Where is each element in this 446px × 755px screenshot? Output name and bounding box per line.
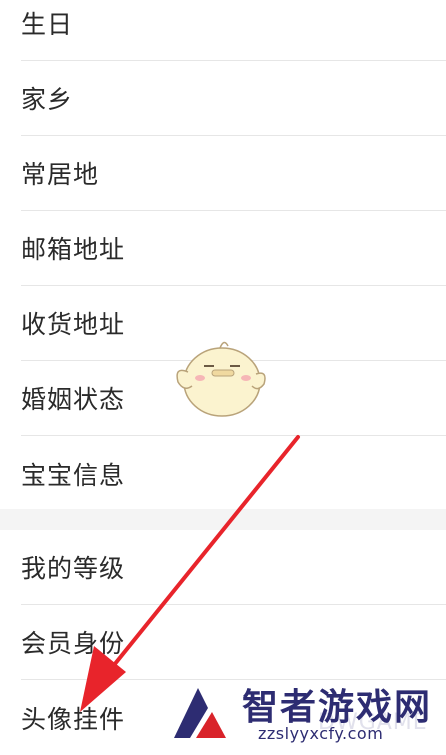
site-logo-icon <box>174 688 226 738</box>
settings-row-label: 生日 <box>21 10 74 39</box>
profile-settings-group-1: 生日 家乡 常居地 邮箱地址 收货地址 婚姻状态 宝宝信息 <box>0 0 446 511</box>
settings-row-residence[interactable]: 常居地 <box>21 136 446 211</box>
chick-mascot-icon <box>176 341 266 417</box>
settings-row-label: 会员身份 <box>21 629 126 658</box>
settings-row-label: 收货地址 <box>21 310 126 339</box>
watermark-url: zzslyyxcfy.com <box>258 724 384 743</box>
settings-row-label: 家乡 <box>21 85 74 114</box>
settings-row-my-level[interactable]: 我的等级 <box>21 530 446 605</box>
watermark: DWGAME 智者游戏网 zzslyyxcfy.com <box>168 678 446 748</box>
settings-row-baby-info[interactable]: 宝宝信息 <box>21 436 446 511</box>
settings-row-birthday[interactable]: 生日 <box>21 0 446 61</box>
section-divider <box>0 509 446 530</box>
settings-row-label: 邮箱地址 <box>21 235 126 264</box>
watermark-title: 智者游戏网 <box>242 687 433 728</box>
settings-row-email[interactable]: 邮箱地址 <box>21 211 446 286</box>
settings-row-label: 常居地 <box>21 160 100 189</box>
settings-row-label: 我的等级 <box>21 554 126 583</box>
settings-row-hometown[interactable]: 家乡 <box>21 61 446 136</box>
settings-row-label: 宝宝信息 <box>21 460 126 490</box>
settings-row-label: 头像挂件 <box>21 704 126 734</box>
settings-row-membership[interactable]: 会员身份 <box>21 605 446 680</box>
settings-row-label: 婚姻状态 <box>21 385 126 414</box>
